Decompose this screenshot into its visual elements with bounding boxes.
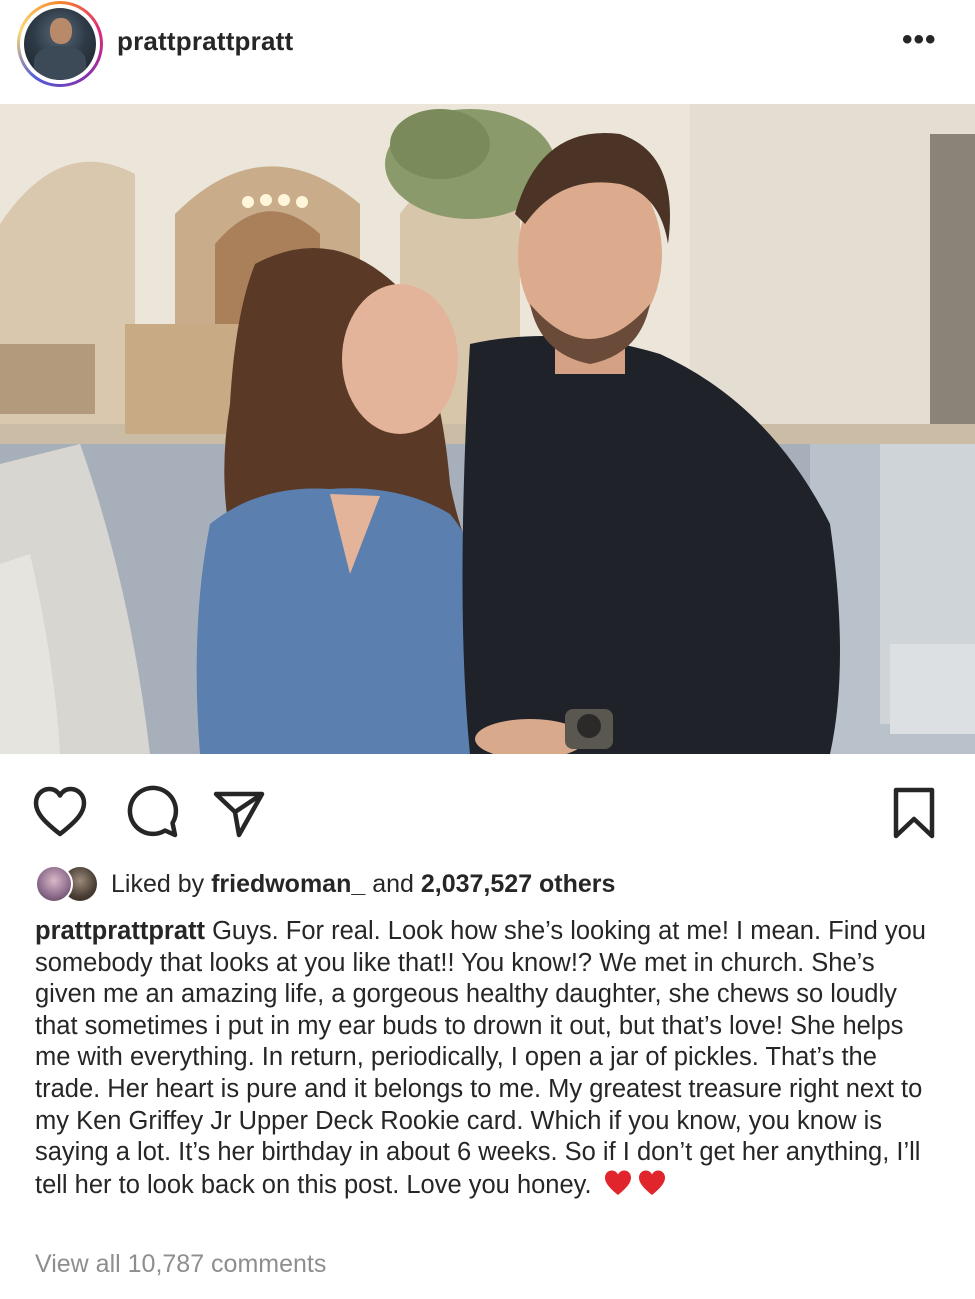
heart-icon[interactable] xyxy=(30,782,90,842)
post-photo[interactable] xyxy=(0,104,975,754)
bookmark-icon[interactable] xyxy=(884,782,944,842)
likes-middle: and xyxy=(365,869,421,898)
view-all-comments-link[interactable]: View all 10,787 comments xyxy=(35,1250,326,1279)
post-username[interactable]: prattprattpratt xyxy=(117,26,293,57)
action-bar xyxy=(0,770,975,850)
avatar-figure-body xyxy=(34,46,86,80)
likes-row: Liked by friedwoman_ and 2,037,527 other… xyxy=(35,862,615,906)
likes-count[interactable]: 2,037,527 others xyxy=(421,870,616,898)
post-caption: prattprattpratt Guys. For real. Look how… xyxy=(35,916,940,1201)
caption-text: Guys. For real. Look how she’s looking a… xyxy=(35,917,926,1199)
couple-photo-illustration xyxy=(0,104,975,754)
avatar[interactable] xyxy=(17,1,103,87)
likes-prefix: Liked by xyxy=(111,869,212,898)
liker-username[interactable]: friedwoman_ xyxy=(211,870,365,898)
liker-avatar[interactable] xyxy=(35,865,73,903)
post-header: prattprattpratt ••• xyxy=(0,0,975,104)
avatar-figure-face xyxy=(50,18,72,44)
red-heart-emoji xyxy=(604,1170,631,1195)
avatar-image xyxy=(24,8,96,80)
send-icon[interactable] xyxy=(208,782,268,842)
red-heart-emoji xyxy=(638,1170,665,1195)
more-horizontal-icon[interactable]: ••• xyxy=(902,25,937,55)
caption-username[interactable]: prattprattpratt xyxy=(35,917,205,945)
comment-icon[interactable] xyxy=(122,782,182,842)
likes-summary[interactable]: Liked by friedwoman_ and 2,037,527 other… xyxy=(111,870,615,899)
